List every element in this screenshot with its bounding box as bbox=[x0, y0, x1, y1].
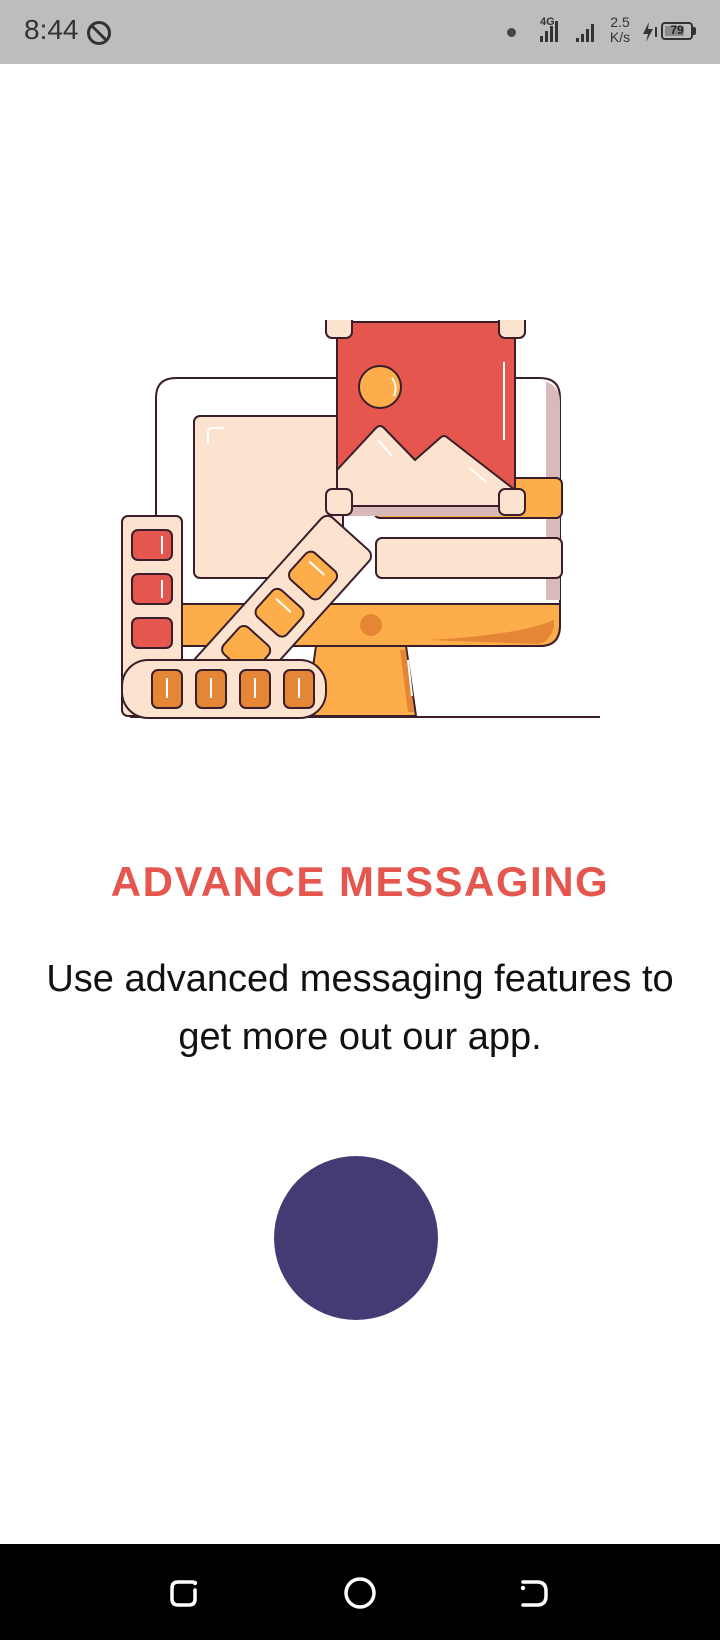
recent-apps-icon[interactable] bbox=[157, 1566, 211, 1620]
network-speed: 2.5 K/s bbox=[607, 15, 633, 45]
battery-cap bbox=[693, 27, 696, 35]
status-bar: 8:44 4G 2.5 K/s 79 bbox=[0, 0, 720, 64]
next-button[interactable] bbox=[274, 1156, 438, 1320]
computer-design-illustration bbox=[121, 320, 600, 719]
network-speed-unit: K/s bbox=[609, 29, 631, 45]
onboarding-title: ADVANCE MESSAGING bbox=[110, 858, 610, 905]
back-icon[interactable] bbox=[509, 1566, 563, 1620]
charging-icon bbox=[643, 22, 657, 42]
battery-icon: 79 bbox=[661, 22, 693, 40]
home-icon[interactable] bbox=[333, 1566, 387, 1620]
navigation-bar bbox=[0, 1544, 720, 1640]
onboarding-description: Use advanced messaging features to get m… bbox=[46, 958, 674, 1058]
network-speed-value: 2.5 bbox=[610, 14, 630, 30]
battery-percentage: 79 bbox=[670, 23, 684, 37]
do-not-disturb-icon bbox=[87, 21, 111, 45]
status-time: 8:44 bbox=[24, 14, 79, 45]
notification-dot bbox=[507, 28, 516, 37]
